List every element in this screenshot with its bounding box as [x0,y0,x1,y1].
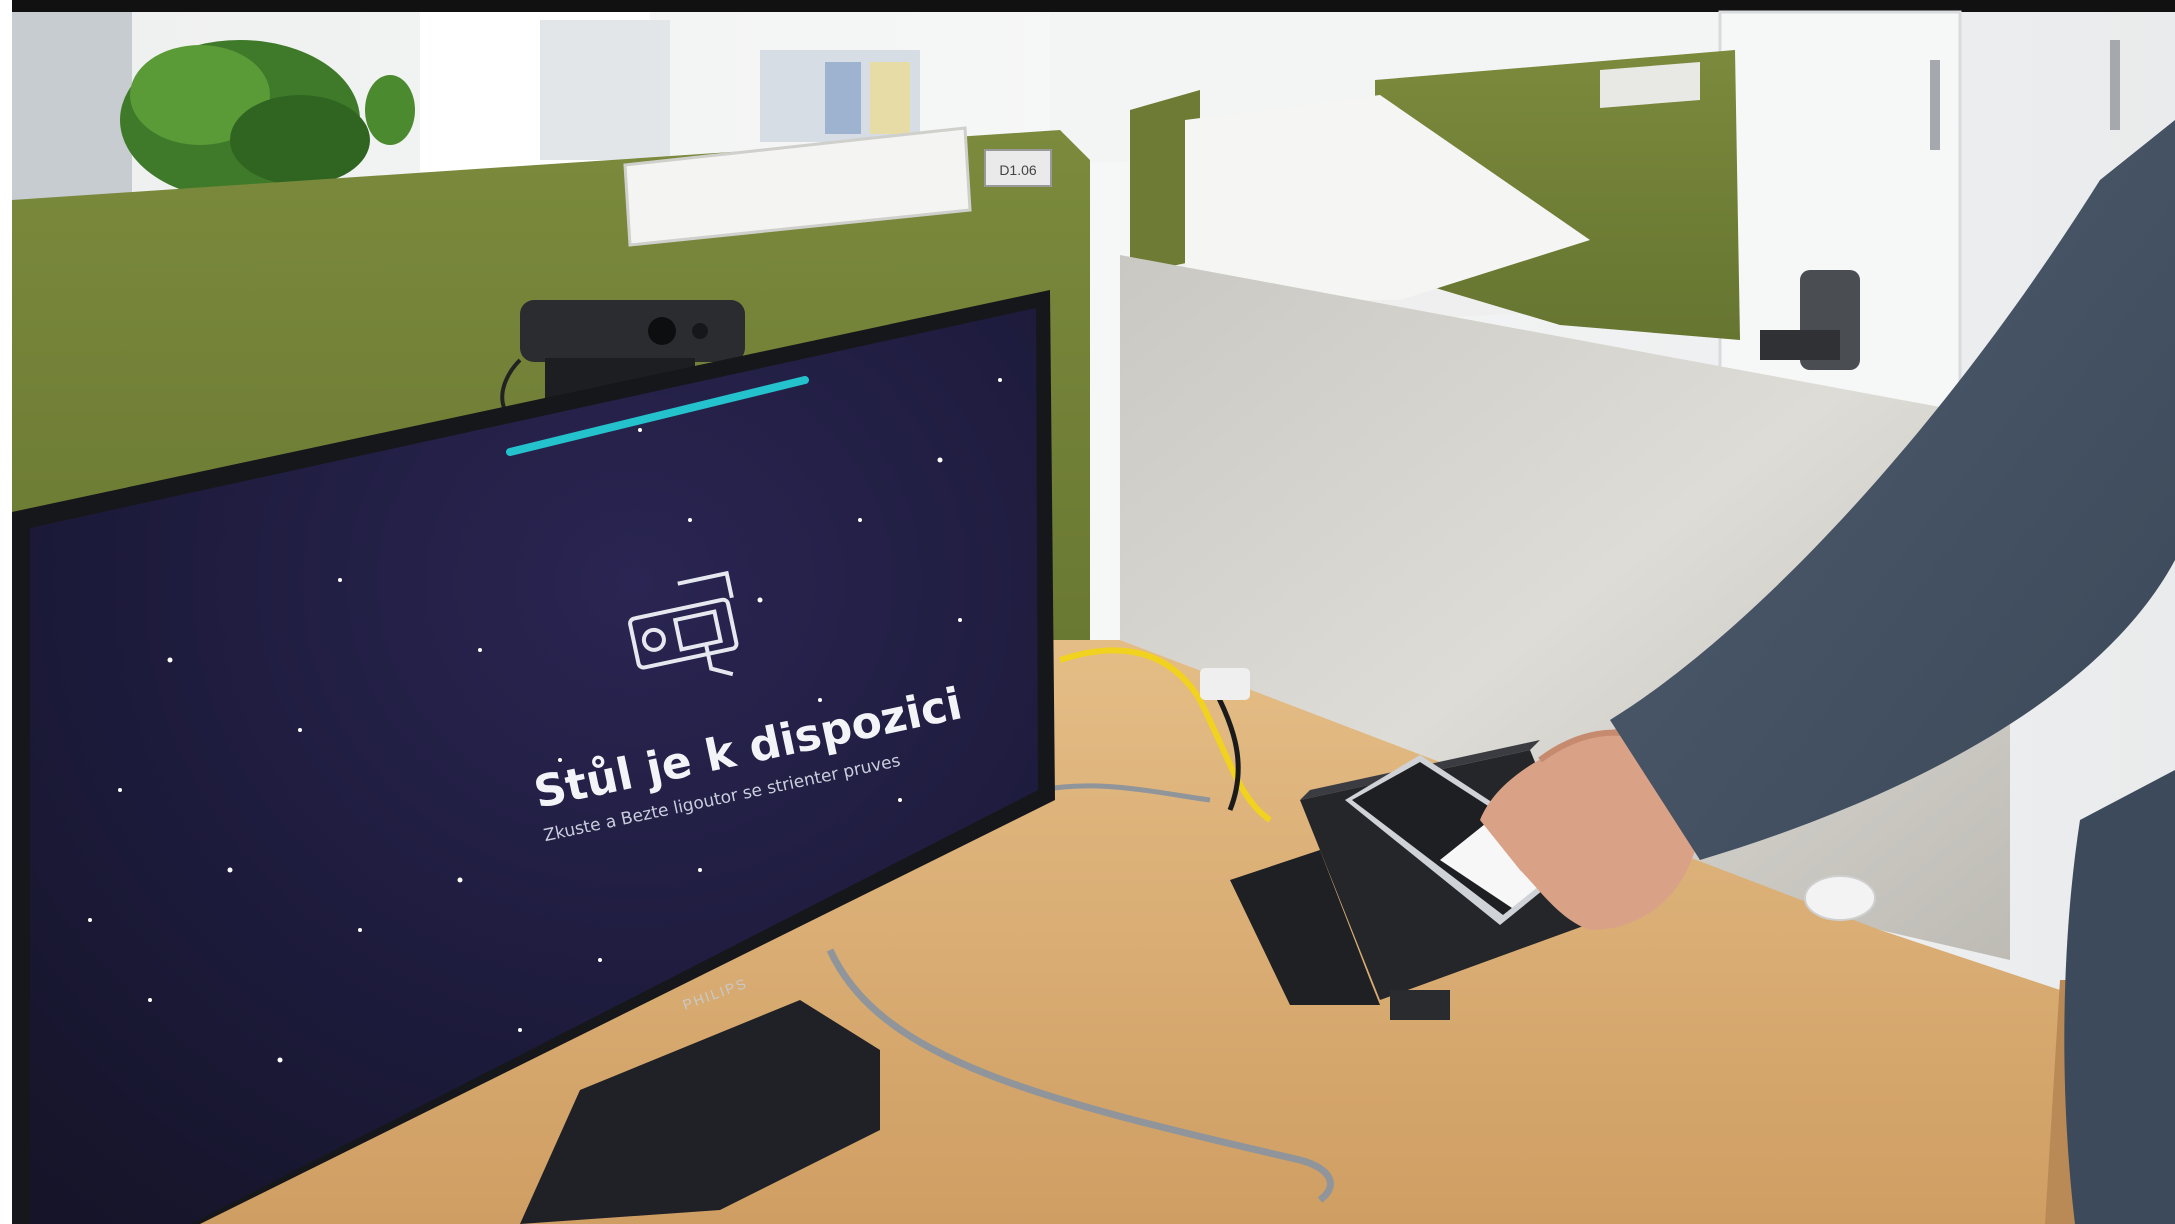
desk-label-text: D1.06 [999,162,1037,178]
shelf-box-yellow [870,62,910,134]
left-border [0,0,12,1224]
top-border [0,0,2175,12]
door-handle [1930,60,1940,150]
mouse [1804,875,1876,921]
power-plug [1200,668,1250,700]
column-left [12,12,132,222]
shelf-box-blue [825,62,861,134]
office-photo: D1.06 Stůl je k dispozici Zkuste a Bezte… [0,0,2175,1224]
back-chair-base [1760,330,1840,360]
door-handle-2 [2110,40,2120,130]
cabinet [540,20,670,160]
partition-top-label [1600,62,1700,108]
